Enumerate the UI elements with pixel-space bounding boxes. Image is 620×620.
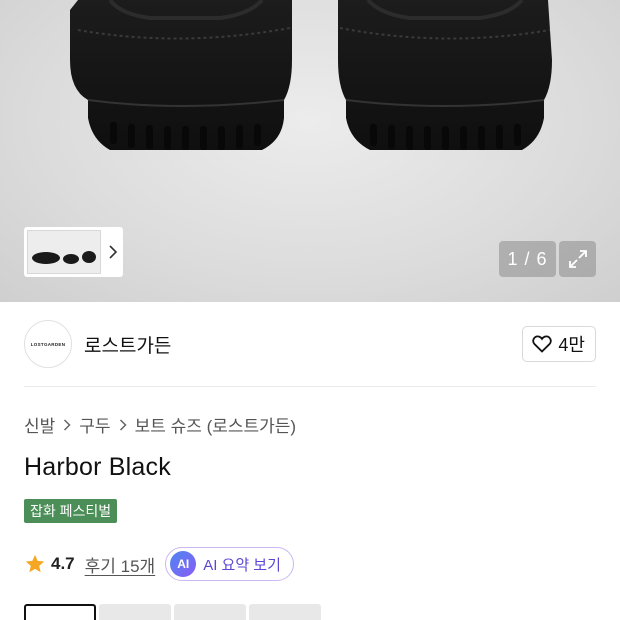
breadcrumb-item-shoes[interactable]: 신발 (24, 412, 55, 437)
product-title: Harbor Black (24, 453, 171, 481)
breadcrumb-item-dress-shoes[interactable]: 구두 (79, 412, 110, 437)
thumbnail-image[interactable] (27, 230, 101, 274)
breadcrumb: 신발 구두 보트 슈즈 (로스트가든) (24, 412, 296, 437)
breadcrumb-item-boat-shoes[interactable]: 보트 슈즈 (로스트가든) (135, 412, 297, 437)
option-thumbnail[interactable] (24, 604, 96, 620)
like-button[interactable]: 4만 (522, 326, 596, 362)
divider (24, 386, 596, 387)
ai-summary-button[interactable]: AI AI 요약 보기 (165, 547, 294, 581)
thumbnail-shoes (32, 251, 96, 264)
heart-outline-icon (532, 335, 553, 353)
chevron-right-icon (63, 418, 71, 431)
ai-icon: AI (170, 551, 197, 577)
like-count: 4만 (558, 335, 585, 355)
option-thumbnail[interactable] (99, 604, 171, 620)
expand-icon (568, 250, 587, 268)
rating-row: 4.7 후기 15개 AI AI 요약 보기 (24, 547, 294, 581)
expand-button[interactable] (559, 241, 596, 277)
brand-row: LOSTGARDEN 로스트가든 4만 (24, 319, 596, 369)
brand-logo[interactable]: LOSTGARDEN (24, 320, 72, 368)
chevron-right-icon (119, 418, 127, 431)
option-thumbnail[interactable] (174, 604, 246, 620)
option-thumbnail[interactable] (249, 604, 321, 620)
image-counter: 1 / 6 (499, 241, 556, 277)
thumbnail-strip[interactable] (24, 227, 123, 277)
option-thumbnails (24, 604, 321, 620)
brand-name[interactable]: 로스트가든 (84, 331, 171, 358)
product-image-gallery[interactable]: 1 / 6 (0, 0, 620, 302)
ai-summary-label: AI 요약 보기 (203, 556, 281, 574)
chevron-right-icon[interactable] (103, 242, 123, 262)
promo-badge: 잡화 페스티벌 (24, 499, 118, 523)
star-icon (25, 554, 45, 573)
brand-logo-text: LOSTGARDEN (30, 341, 66, 347)
rating-score: 4.7 (51, 554, 75, 573)
review-count-link[interactable]: 후기 15개 (85, 552, 156, 577)
